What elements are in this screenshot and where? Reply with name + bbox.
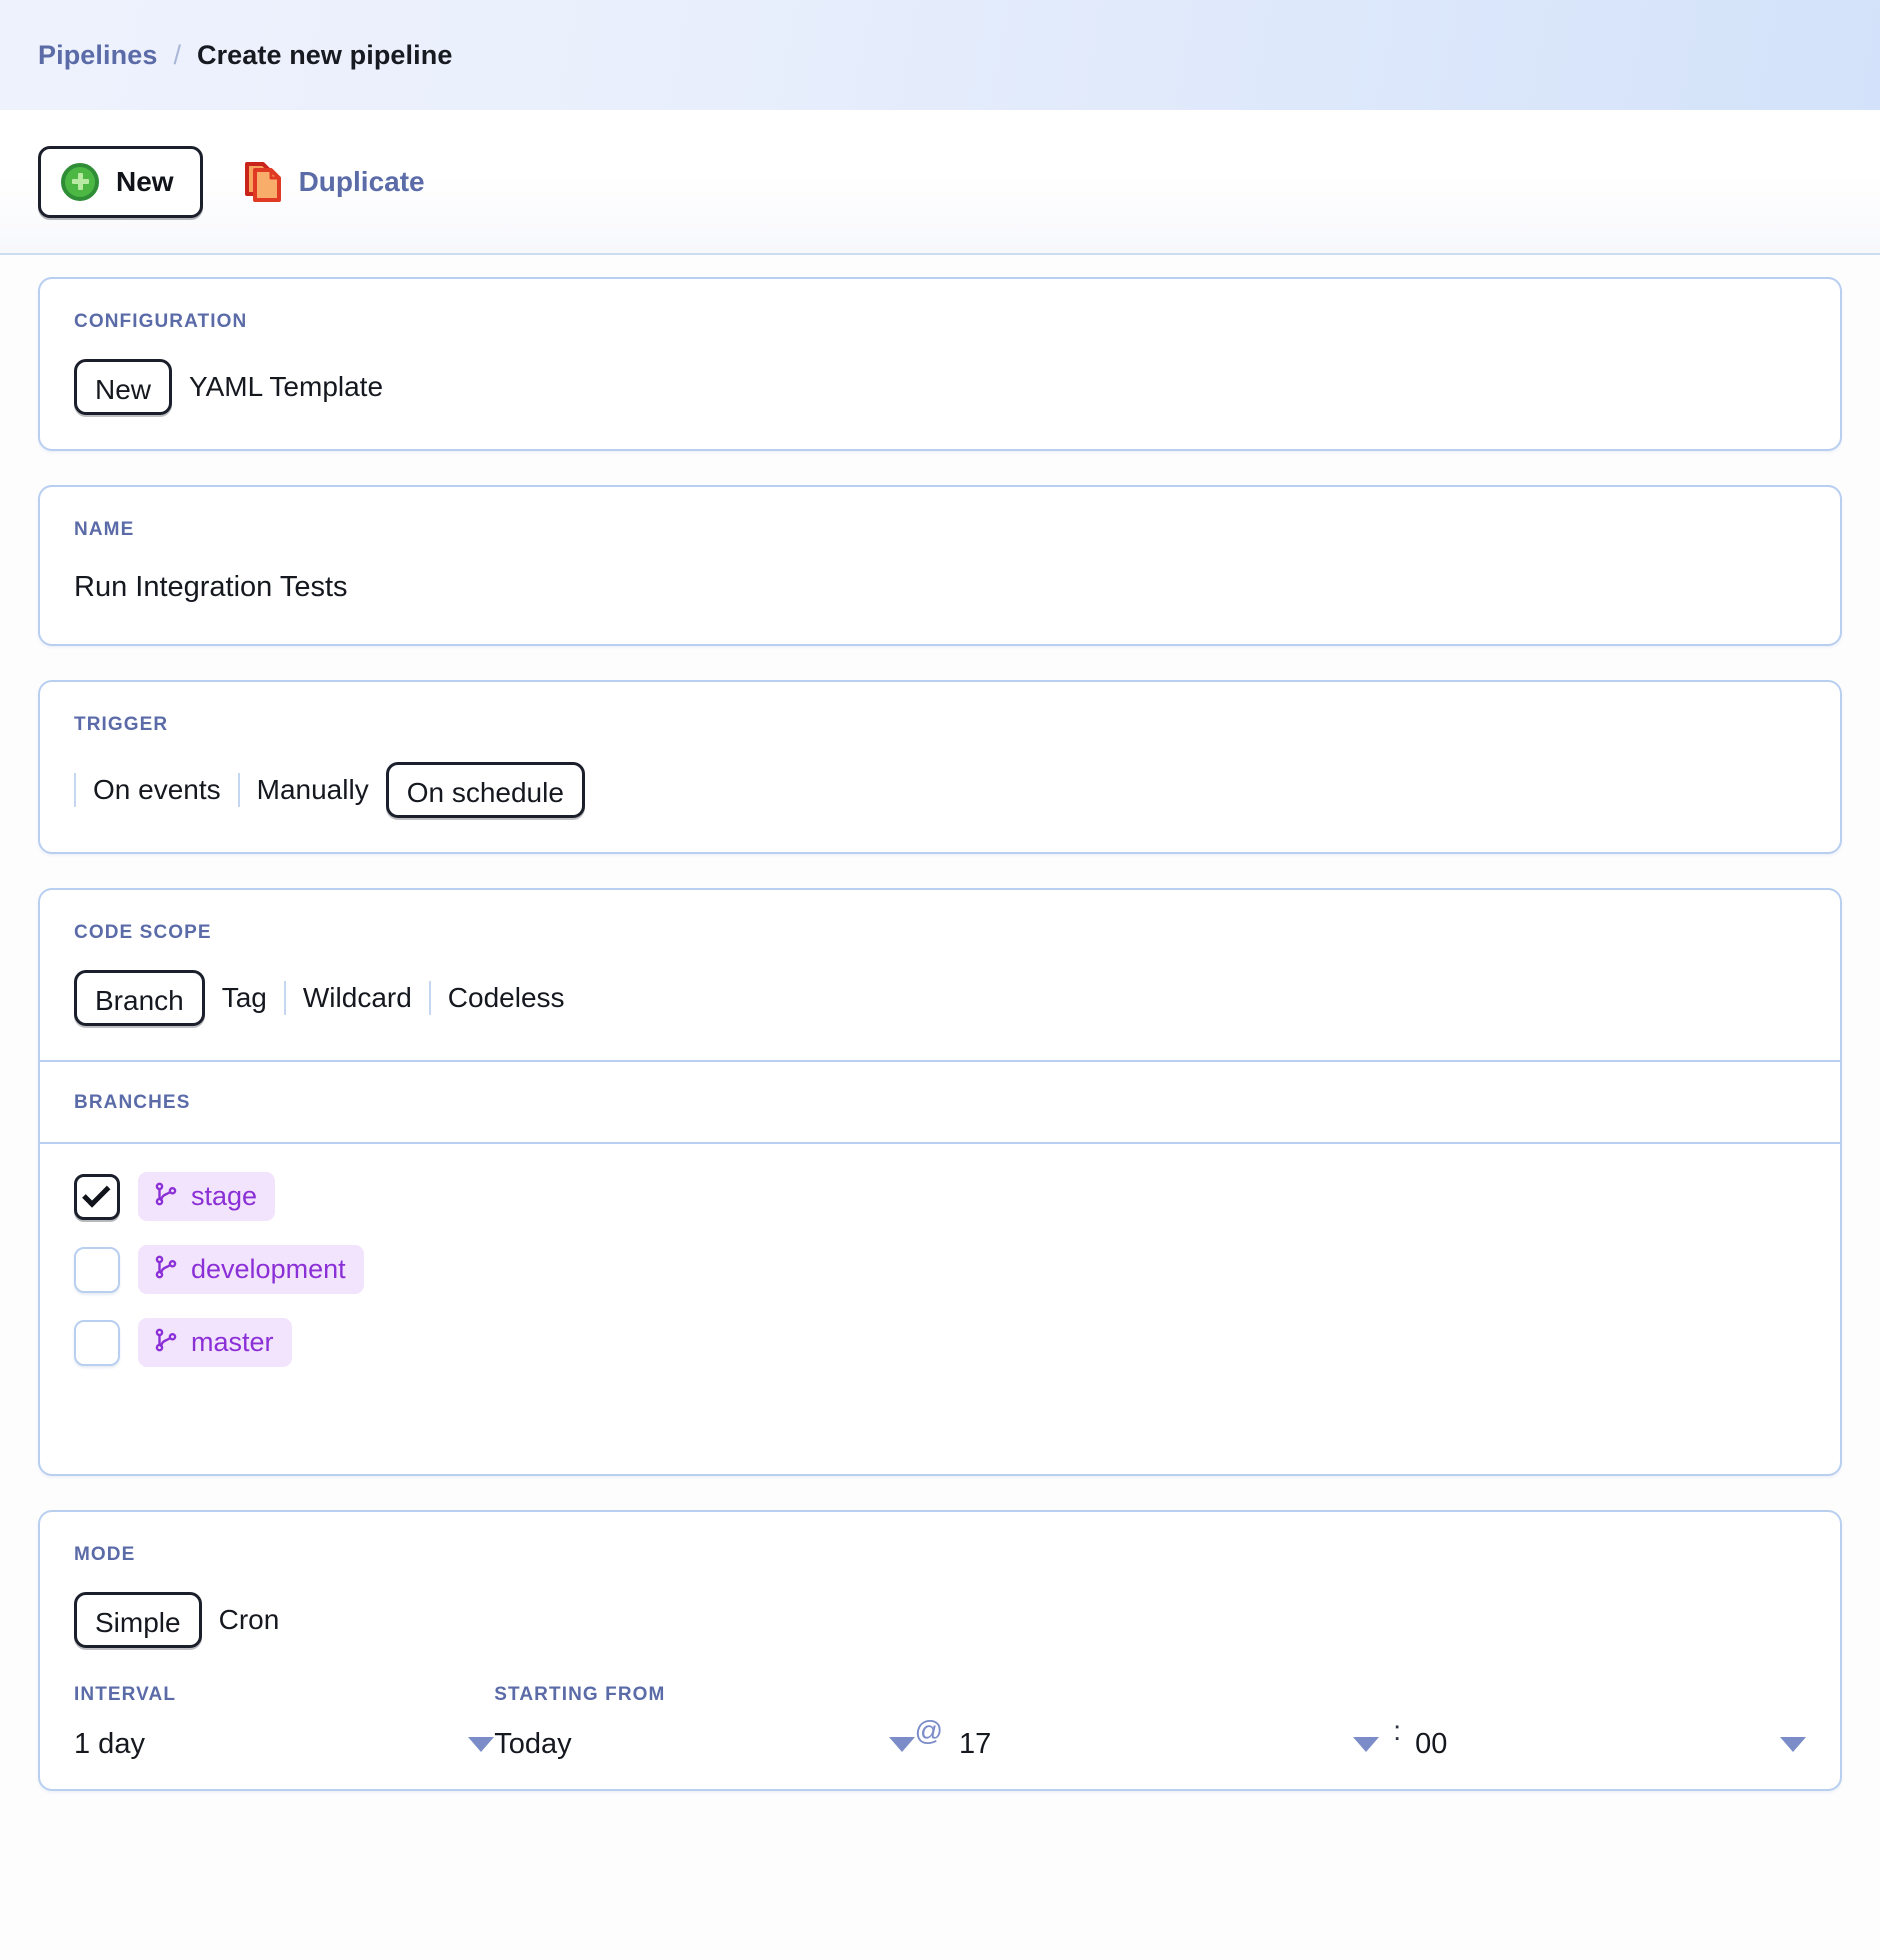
git-branch-icon	[153, 1327, 179, 1358]
new-button[interactable]: New	[38, 146, 203, 218]
minute-value: 00	[1415, 1728, 1447, 1761]
time-separator: :	[1379, 1701, 1415, 1761]
configuration-card: CONFIGURATION New YAML Template	[38, 277, 1842, 451]
configuration-option-new[interactable]: New	[74, 359, 172, 415]
name-label: NAME	[74, 519, 1806, 541]
list-item: stage	[74, 1172, 1806, 1221]
code-scope-option-tag[interactable]: Tag	[205, 970, 284, 1026]
branch-tag-development[interactable]: development	[138, 1245, 364, 1294]
branch-checkbox-master[interactable]	[74, 1320, 120, 1366]
breadcrumb-link-pipelines[interactable]: Pipelines	[38, 40, 157, 71]
starting-from-value: Today	[494, 1728, 571, 1761]
minute-field: 00	[1415, 1728, 1806, 1761]
branches-label: BRANCHES	[74, 1092, 1806, 1114]
trigger-option-on-events[interactable]: On events	[76, 762, 238, 818]
pipeline-form: CONFIGURATION New YAML Template NAME Run…	[0, 255, 1880, 1791]
mode-label: MODE	[74, 1544, 1806, 1566]
branch-checkbox-stage[interactable]	[74, 1174, 120, 1220]
code-scope-option-wildcard[interactable]: Wildcard	[286, 970, 429, 1026]
configuration-segmented-control: New YAML Template	[74, 359, 1806, 415]
duplicate-button-label: Duplicate	[299, 166, 425, 198]
at-symbol: @	[915, 1701, 959, 1761]
chevron-down-icon	[1780, 1737, 1806, 1752]
git-branch-icon	[153, 1254, 179, 1285]
starting-from-field: STARTING FROM Today	[494, 1684, 914, 1761]
interval-label: INTERVAL	[74, 1684, 494, 1706]
schedule-fields: INTERVAL 1 day STARTING FROM Today @	[74, 1684, 1806, 1761]
plus-circle-icon	[61, 163, 99, 201]
trigger-label: TRIGGER	[74, 714, 1806, 736]
interval-value: 1 day	[74, 1728, 145, 1761]
list-item: development	[74, 1245, 1806, 1294]
code-scope-label: CODE SCOPE	[74, 922, 1806, 944]
branch-checkbox-development[interactable]	[74, 1247, 120, 1293]
mode-segmented-control: Simple Cron	[74, 1592, 1806, 1648]
hour-value: 17	[959, 1728, 991, 1761]
branch-name: stage	[191, 1181, 257, 1212]
git-branch-icon	[153, 1181, 179, 1212]
new-button-label: New	[116, 166, 174, 198]
hour-field: 17	[959, 1728, 1379, 1761]
interval-field: INTERVAL 1 day	[74, 1684, 494, 1761]
starting-from-label: STARTING FROM	[494, 1684, 914, 1706]
branch-name: master	[191, 1327, 274, 1358]
breadcrumb-separator: /	[173, 40, 181, 71]
trigger-option-on-schedule[interactable]: On schedule	[386, 762, 585, 818]
trigger-card: TRIGGER On events Manually On schedule	[38, 680, 1842, 854]
interval-select[interactable]: 1 day	[74, 1728, 494, 1761]
chevron-down-icon	[468, 1737, 494, 1752]
branch-list: stage	[40, 1144, 1840, 1474]
page-title: Create new pipeline	[197, 40, 452, 71]
branch-tag-master[interactable]: master	[138, 1318, 292, 1367]
branch-tag-stage[interactable]: stage	[138, 1172, 275, 1221]
configuration-label: CONFIGURATION	[74, 311, 1806, 333]
minute-select[interactable]: 00	[1415, 1728, 1806, 1761]
chevron-down-icon	[889, 1737, 915, 1752]
duplicate-button[interactable]: Duplicate	[243, 160, 425, 204]
toolbar: New Duplicate	[0, 110, 1880, 255]
schedule-card: MODE Simple Cron INTERVAL 1 day STARTING…	[38, 1510, 1842, 1791]
starting-from-select[interactable]: Today	[494, 1728, 914, 1761]
duplicate-documents-icon	[243, 160, 283, 204]
branch-name: development	[191, 1254, 346, 1285]
code-scope-card: CODE SCOPE Branch Tag Wildcard Codeless …	[38, 888, 1842, 1476]
name-card: NAME Run Integration Tests	[38, 485, 1842, 646]
hour-select[interactable]: 17	[959, 1728, 1379, 1761]
code-scope-segmented-control: Branch Tag Wildcard Codeless	[74, 970, 1806, 1026]
name-input[interactable]: Run Integration Tests	[74, 571, 1806, 604]
trigger-segmented-control: On events Manually On schedule	[74, 762, 1806, 818]
code-scope-option-codeless[interactable]: Codeless	[431, 970, 582, 1026]
list-item: master	[74, 1318, 1806, 1367]
mode-option-simple[interactable]: Simple	[74, 1592, 202, 1648]
chevron-down-icon	[1353, 1737, 1379, 1752]
check-icon	[82, 1179, 110, 1207]
configuration-option-yaml-template[interactable]: YAML Template	[172, 359, 400, 415]
mode-option-cron[interactable]: Cron	[202, 1592, 297, 1648]
breadcrumb: Pipelines / Create new pipeline	[0, 0, 1880, 110]
trigger-option-manually[interactable]: Manually	[240, 762, 386, 818]
code-scope-option-branch[interactable]: Branch	[74, 970, 205, 1026]
